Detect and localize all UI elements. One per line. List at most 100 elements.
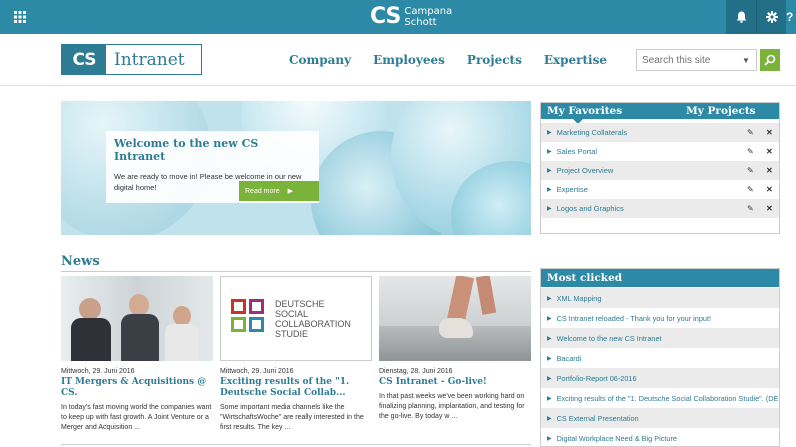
brand-text: Campana Schott (404, 6, 452, 28)
nav-expertise[interactable]: Expertise (544, 53, 607, 67)
pencil-icon[interactable]: ✎ (747, 166, 754, 175)
news-excerpt: Some important media channels like the "… (220, 404, 364, 431)
news-heading: News (61, 254, 100, 269)
favorite-item[interactable]: ▶ Logos and Graphics ✎ ✕ (541, 199, 779, 218)
read-more-label: Read more (245, 187, 280, 195)
close-icon[interactable]: ✕ (766, 147, 773, 156)
list-item[interactable]: ▶ Portfolio-Report 06-2016 (541, 368, 779, 388)
list-item-label: CS Intranet reloaded - Thank you for you… (556, 313, 712, 323)
divider (61, 444, 531, 445)
main-nav: Company Employees Projects Expertise (289, 53, 629, 67)
play-arrow-icon: ▶ (287, 188, 294, 195)
list-item-label: Welcome to the new CS Intranet (556, 333, 662, 343)
study-logo-line: SOCIAL (275, 309, 309, 319)
study-logo-line: STUDIE (275, 329, 309, 339)
pencil-icon[interactable]: ✎ (747, 147, 754, 156)
news-image-study-logo[interactable]: DEUTSCHE SOCIAL COLLABORATION STUDIE (220, 276, 372, 361)
favorite-item[interactable]: ▶ Sales Portal ✎ ✕ (541, 142, 779, 161)
list-item[interactable]: ▶ Welcome to the new CS Intranet (541, 328, 779, 348)
news-card[interactable]: Dienstag, 28. Juni 2016 CS Intranet - Go… (379, 276, 531, 422)
close-icon[interactable]: ✕ (766, 185, 773, 194)
grid-icon[interactable] (0, 0, 40, 34)
logo-mark: CS (62, 45, 106, 74)
caret-right-icon: ▶ (547, 435, 552, 442)
gear-icon[interactable] (756, 0, 786, 34)
list-item-label: Exciting results of the "1. Deutsche Soc… (556, 393, 779, 403)
list-item[interactable]: ▶ XML Mapping (541, 288, 779, 308)
favorite-item[interactable]: ▶ Marketing Collaterals ✎ ✕ (541, 123, 779, 142)
news-date: Dienstag, 28. Juni 2016 (379, 368, 453, 375)
chevron-down-icon[interactable]: ▼ (742, 56, 750, 65)
pencil-icon[interactable]: ✎ (747, 128, 754, 137)
news-date: Mittwoch, 29. Juni 2016 (220, 368, 294, 375)
list-item[interactable]: ▶ Digital Workplace Need & Big Picture (541, 428, 779, 446)
pencil-icon[interactable]: ✎ (747, 204, 754, 213)
search-button[interactable] (760, 49, 780, 71)
news-date: Mittwoch, 29. Juni 2016 (61, 368, 135, 375)
favorites-panel: My Favorites My Projects ▶ Marketing Coll… (540, 102, 780, 234)
bell-icon[interactable] (726, 0, 756, 34)
news-excerpt: In today's fast moving world the compani… (61, 404, 212, 431)
favorite-label: Expertise (556, 185, 588, 194)
news-headline[interactable]: IT Mergers & Acquisitions @ CS. (61, 377, 213, 399)
divider (61, 271, 531, 272)
favorite-label: Project Overview (556, 166, 614, 175)
caret-right-icon: ▶ (547, 149, 552, 155)
close-icon[interactable]: ✕ (766, 166, 773, 175)
brand-line-2: Schott (404, 17, 437, 28)
list-item-label: Digital Workplace Need & Big Picture (556, 433, 677, 443)
brand-logo[interactable]: CS Campana Schott (370, 5, 452, 29)
most-clicked-title: Most clicked (541, 269, 779, 287)
news-headline[interactable]: CS Intranet - Go-live! (379, 377, 531, 388)
read-more-button[interactable]: Read more ▶ (239, 181, 319, 201)
caret-right-icon: ▶ (547, 335, 552, 342)
favorite-item[interactable]: ▶ Expertise ✎ ✕ (541, 180, 779, 199)
close-icon[interactable]: ✕ (766, 128, 773, 137)
study-logo-text: DEUTSCHE SOCIAL COLLABORATION STUDIE (275, 299, 351, 339)
study-logo-line: DEUTSCHE (275, 299, 325, 309)
tab-my-projects[interactable]: My Projects (680, 103, 761, 119)
list-item[interactable]: ▶ Bacardi (541, 348, 779, 368)
close-icon[interactable]: ✕ (766, 204, 773, 213)
news-headline[interactable]: Exciting results of the "1. Deutsche Soc… (220, 377, 372, 399)
brand-line-1: Campana (404, 6, 453, 17)
news-card[interactable]: DEUTSCHE SOCIAL COLLABORATION STUDIE Mit… (220, 276, 372, 433)
search-input[interactable] (637, 54, 742, 66)
most-clicked-panel: Most clicked ▶ XML Mapping ▶ CS Intranet r… (540, 268, 780, 447)
list-item[interactable]: ▶ CS External Presentation (541, 408, 779, 428)
caret-right-icon: ▶ (547, 130, 552, 136)
caret-right-icon: ▶ (547, 355, 552, 362)
help-icon[interactable]: ? (786, 0, 796, 34)
caret-right-icon: ▶ (547, 315, 552, 322)
nav-company[interactable]: Company (289, 53, 351, 67)
caret-right-icon: ▶ (547, 375, 552, 382)
list-item[interactable]: ▶ CS Intranet reloaded - Thank you for yo… (541, 308, 779, 328)
favorites-tabs: My Favorites My Projects (541, 103, 779, 124)
caret-right-icon: ▶ (547, 295, 552, 302)
caret-right-icon: ▶ (547, 395, 552, 402)
list-item-label: XML Mapping (556, 293, 602, 303)
caret-right-icon: ▶ (547, 415, 552, 422)
logo-name: Intranet (114, 49, 185, 70)
favorite-label: Sales Portal (556, 147, 598, 156)
search-icon (764, 54, 776, 66)
pencil-icon[interactable]: ✎ (747, 185, 754, 194)
favorites-list: ▶ Marketing Collaterals ✎ ✕ ▶ Sales Portal ✎ ✕… (541, 123, 779, 218)
list-item[interactable]: ▶ Exciting results of the "1. Deutsche So… (541, 388, 779, 408)
favorite-label: Marketing Collaterals (556, 128, 628, 137)
list-item-label: CS External Presentation (556, 413, 639, 423)
news-card[interactable]: Mittwoch, 29. Juni 2016 IT Mergers & Acq… (61, 276, 213, 433)
intranet-logo[interactable]: CS Intranet (61, 44, 202, 75)
tab-my-favorites[interactable]: My Favorites (541, 103, 628, 124)
favorite-item[interactable]: ▶ Project Overview ✎ ✕ (541, 161, 779, 180)
search-box: ▼ (636, 49, 757, 71)
news-image-runner[interactable] (379, 276, 531, 361)
hero-title: Welcome to the new CS Intranet (114, 137, 259, 163)
news-excerpt: In that past weeks we've been working ha… (379, 393, 525, 420)
study-logo-line: COLLABORATION (275, 319, 351, 329)
list-item-label: Bacardi (556, 353, 582, 363)
top-bar: CS Campana Schott ? (0, 0, 796, 34)
news-image-meeting[interactable] (61, 276, 213, 361)
nav-projects[interactable]: Projects (467, 53, 522, 67)
nav-employees[interactable]: Employees (373, 53, 445, 67)
